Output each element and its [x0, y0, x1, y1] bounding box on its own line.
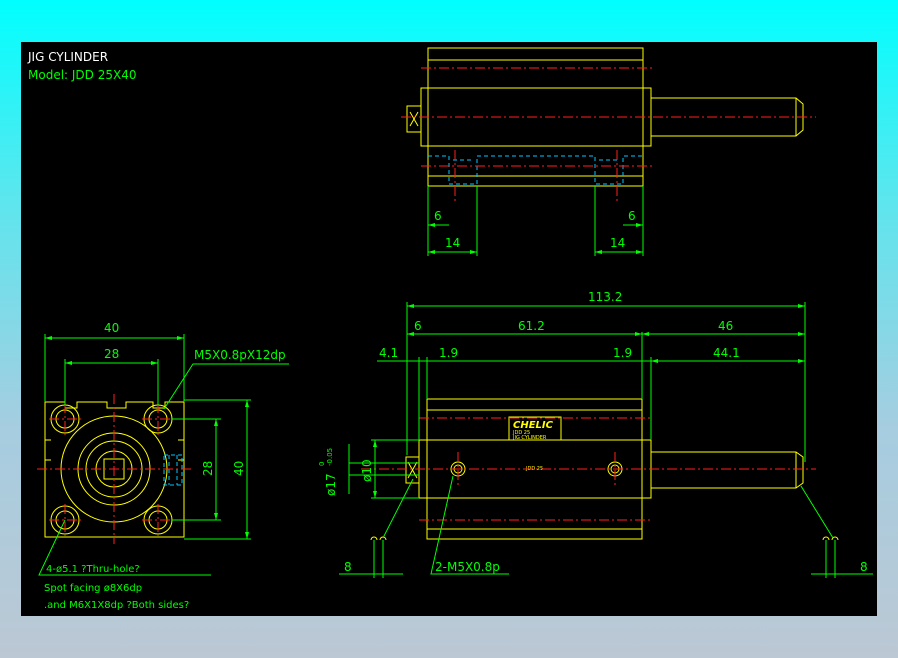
drawing-title: JIG CYLINDER [27, 50, 108, 64]
dim-overall-text: 113.2 [588, 290, 622, 304]
dim-front-height-40-text: 40 [232, 461, 246, 476]
top-view-hidden-lines [428, 155, 643, 185]
dim-left-8-text: 8 [344, 560, 352, 574]
side-view-rod [651, 451, 804, 489]
dim-61-2-text: 61.2 [518, 319, 545, 333]
dim-4-1-text: 4.1 [379, 346, 398, 360]
dim-top-left-6-text: 6 [434, 209, 442, 223]
model-label: Model: JDD 25X40 [28, 68, 136, 82]
note-line-1: 4-ø5.1 ?Thru-hole? [46, 564, 140, 575]
dim-front-height-28-text: 28 [201, 461, 215, 476]
dim-46-text: 46 [718, 319, 733, 333]
left-8-leader [382, 478, 414, 539]
note-line-3: .and M6X1X8dp ?Both sides? [44, 600, 189, 611]
dim-44-1-text: 44.1 [713, 346, 740, 360]
front-view: 40 28 28 40 M5X0.8pX12dp 4-ø5.1 ?Thru-ho… [37, 321, 289, 611]
note-line-2: Spot facing ø8X6dp [44, 583, 142, 594]
dim-dia-17-tol-upper: 0 [318, 462, 326, 466]
dim-1-9-left-text: 1.9 [439, 346, 458, 360]
side-view-center-lines [361, 417, 816, 521]
thread-callout: M5X0.8pX12dp [194, 348, 286, 362]
dim-front-width-28-text: 28 [104, 347, 119, 361]
right-clamp-symbol [822, 536, 839, 541]
cad-viewport[interactable]: JIG CYLINDER Model: JDD 25X40 6 6 14 14 … [21, 42, 877, 616]
side-view: CHELIC JDD 25 JIG CYLINDER JDD 25 113.2 … [318, 290, 873, 578]
label-line-2: JIG CYLINDER [512, 435, 547, 441]
cad-drawing: JIG CYLINDER Model: JDD 25X40 6 6 14 14 … [27, 47, 873, 611]
right-8-leader [800, 485, 834, 539]
dim-dia-17-text: ø17 [324, 473, 338, 496]
dim-top-right-14-text: 14 [610, 236, 625, 250]
dim-top-right-6-text: 6 [628, 209, 636, 223]
dim-right-8-text: 8 [860, 560, 868, 574]
dim-top-left-14-text: 14 [445, 236, 460, 250]
dim-6-text: 6 [414, 319, 422, 333]
top-view: 6 6 14 14 [401, 47, 816, 256]
dim-dia-10-text: ø10 [360, 459, 374, 482]
dimension-arrowheads [45, 223, 805, 539]
dim-1-9-right-text: 1.9 [613, 346, 632, 360]
port-callout: 2-M5X0.8p [435, 560, 500, 574]
dim-front-width-40-text: 40 [104, 321, 119, 335]
dim-dia-17-tol-lower: -0.05 [326, 448, 334, 466]
